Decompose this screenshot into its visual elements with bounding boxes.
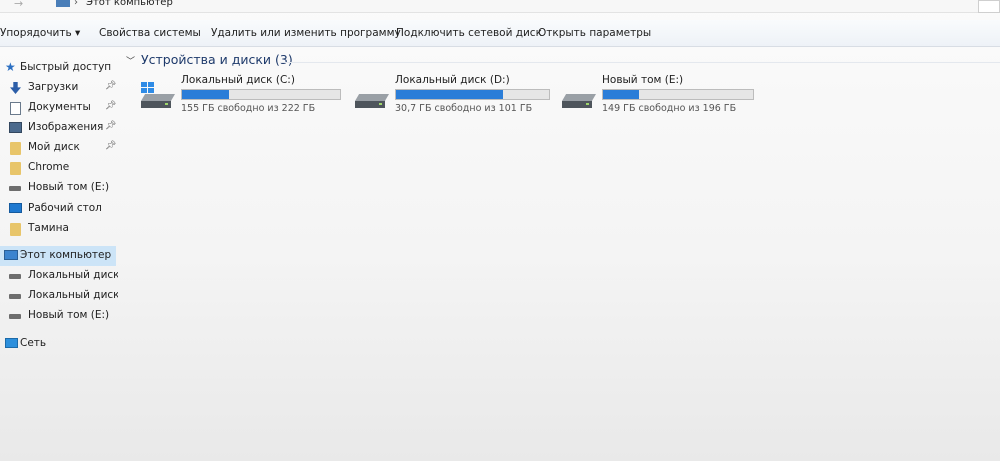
pin-icon[interactable]: 📌︎ <box>105 81 116 91</box>
drive-free-space: 149 ГБ свободно из 196 ГБ <box>602 103 737 114</box>
nav-label: Этот компьютер <box>20 249 112 261</box>
drive-usage-bar <box>181 89 341 100</box>
windows-logo-icon <box>141 82 155 94</box>
nav-this-pc[interactable]: Этот компьютер <box>0 246 116 266</box>
hard-drive-icon <box>141 94 175 108</box>
star-icon: ★ <box>5 60 16 74</box>
group-divider <box>280 62 1000 63</box>
drive-icon <box>9 274 21 279</box>
network-icon <box>5 338 18 348</box>
nav-label: Новый том (E:) <box>28 181 110 193</box>
nav-new-volume[interactable]: Новый том (E:) <box>0 178 122 198</box>
nav-label: Загрузки <box>28 81 79 93</box>
navigation-pane: ★ Быстрый доступ Загрузки 📌︎ Документы 📌… <box>0 50 122 461</box>
drive-tile-e[interactable]: Новый том (E:) 149 ГБ свободно из 196 ГБ <box>558 74 758 116</box>
nav-label: Локальный диск (D <box>28 289 118 301</box>
drive-tile-d[interactable]: Локальный диск (D:) 30,7 ГБ свободно из … <box>351 74 551 116</box>
nav-local-disk-c[interactable]: Локальный диск (C <box>0 266 122 286</box>
drive-usage-bar <box>395 89 550 100</box>
organize-button[interactable]: Упорядочить ▾ <box>0 27 80 39</box>
drive-usage-bar <box>602 89 754 100</box>
drive-name: Новый том (E:) <box>602 74 684 86</box>
drive-icon <box>9 186 21 191</box>
computer-icon <box>56 0 70 7</box>
drive-name: Локальный диск (D:) <box>395 74 510 86</box>
chevron-down-icon[interactable]: ﹀ <box>126 57 135 67</box>
nav-label: Chrome <box>28 161 70 173</box>
pictures-icon <box>9 122 22 133</box>
document-icon <box>10 102 21 115</box>
nav-pictures[interactable]: Изображения 📌︎ <box>0 118 122 138</box>
drive-icon <box>9 314 21 319</box>
nav-quick-access[interactable]: ★ Быстрый доступ <box>0 58 122 78</box>
group-title: Устройства и диски (3) <box>141 52 293 67</box>
open-settings-button[interactable]: Открыть параметры <box>538 27 651 39</box>
nav-my-drive[interactable]: Мой диск 📌︎ <box>0 138 122 158</box>
pin-icon[interactable]: 📌︎ <box>105 141 116 151</box>
drive-free-space: 30,7 ГБ свободно из 101 ГБ <box>395 103 533 114</box>
map-network-drive-button[interactable]: Подключить сетевой диск <box>396 27 542 39</box>
nav-new-volume-e[interactable]: Новый том (E:) <box>0 306 122 326</box>
nav-network[interactable]: Сеть <box>0 334 122 354</box>
nav-label: Сеть <box>20 337 47 349</box>
nav-downloads[interactable]: Загрузки 📌︎ <box>0 78 122 98</box>
system-properties-button[interactable]: Свойства системы <box>99 27 201 39</box>
pin-icon[interactable]: 📌︎ <box>105 101 116 111</box>
nav-local-disk-d[interactable]: Локальный диск (D <box>0 286 122 306</box>
drive-free-space: 155 ГБ свободно из 222 ГБ <box>181 103 316 114</box>
nav-documents[interactable]: Документы 📌︎ <box>0 98 122 118</box>
drive-name: Локальный диск (C:) <box>181 74 295 86</box>
forward-arrow-icon[interactable]: → <box>14 0 23 10</box>
nav-chrome[interactable]: Chrome <box>0 158 122 178</box>
nav-label: Документы <box>28 101 91 113</box>
folder-icon <box>10 162 21 175</box>
nav-label: Тамина <box>28 222 69 234</box>
hard-drive-icon <box>562 94 596 108</box>
desktop-icon <box>9 203 22 213</box>
drive-tile-c[interactable]: Локальный диск (C:) 155 ГБ свободно из 2… <box>137 74 341 116</box>
address-bar[interactable]: → › Этот компьютер <box>0 0 1000 13</box>
drive-icon <box>9 294 21 299</box>
hard-drive-icon <box>355 94 389 108</box>
nav-label: Быстрый доступ <box>20 61 112 73</box>
nav-label: Мой диск <box>28 141 80 153</box>
search-box[interactable] <box>978 0 1000 13</box>
pin-icon[interactable]: 📌︎ <box>105 121 116 131</box>
nav-label: Изображения <box>28 121 104 133</box>
nav-label: Локальный диск (C <box>28 269 118 281</box>
nav-label: Новый том (E:) <box>28 309 110 321</box>
folder-icon <box>10 142 21 155</box>
command-bar: Упорядочить ▾ Свойства системы Удалить и… <box>0 20 1000 47</box>
computer-icon <box>4 250 18 260</box>
devices-group-header[interactable]: ﹀ Устройства и диски (3) <box>126 52 293 67</box>
nav-label: Рабочий стол <box>28 202 102 214</box>
folder-icon <box>10 223 21 236</box>
download-arrow-icon <box>10 82 21 94</box>
breadcrumb-this-pc[interactable]: Этот компьютер <box>86 0 173 8</box>
nav-tamina[interactable]: Тамина <box>0 219 122 239</box>
chevron-right-icon: › <box>74 0 78 8</box>
uninstall-program-button[interactable]: Удалить или изменить программу <box>211 27 401 39</box>
nav-desktop[interactable]: Рабочий стол <box>0 199 122 219</box>
